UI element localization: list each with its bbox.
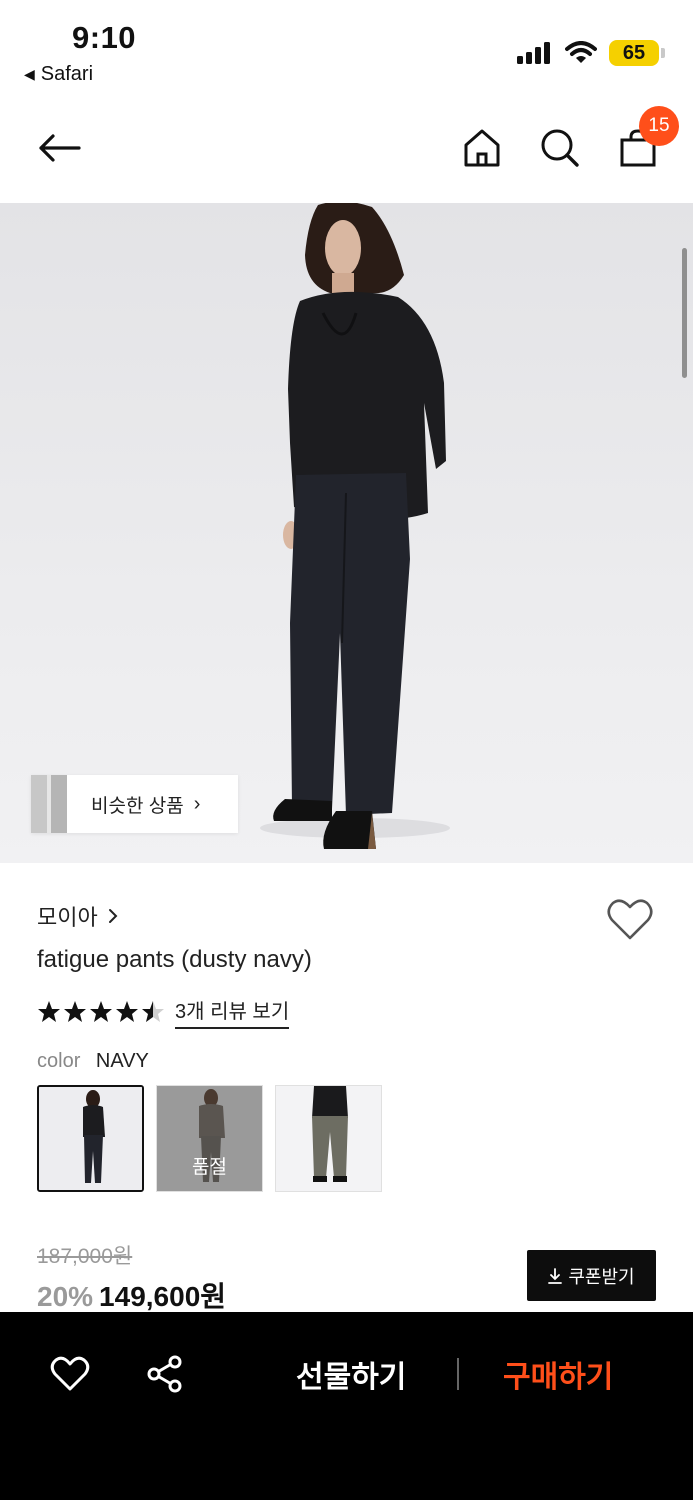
cellular-signal-icon: [517, 42, 550, 64]
wishlist-button[interactable]: [48, 1352, 92, 1396]
swatch-thumbnail: [312, 1086, 348, 1182]
color-swatches: 품절: [37, 1085, 382, 1192]
star-half-icon: [142, 1001, 164, 1022]
chevron-right-icon: [108, 909, 118, 923]
back-app-label: Safari: [40, 63, 94, 85]
cart-button[interactable]: 15: [617, 106, 679, 170]
star-full-icon: [90, 1001, 112, 1022]
status-bar: 9:10 ◀ Safari 65: [0, 0, 693, 100]
color-row: color NAVY: [37, 1050, 149, 1073]
similar-products-button[interactable]: 비슷한 상품 ›: [31, 775, 238, 833]
share-icon: [147, 1355, 182, 1393]
back-button[interactable]: [34, 126, 84, 170]
product-hero-image[interactable]: 비슷한 상품 ›: [0, 203, 693, 863]
model-photo: [260, 203, 450, 849]
bottom-action-bar: 선물하기 구매하기: [0, 1312, 693, 1500]
rating-row: 3개 리뷰 보기: [37, 995, 290, 1029]
review-link[interactable]: 3개 리뷰 보기: [175, 995, 290, 1029]
brand-name: 모이아: [37, 905, 98, 930]
swatch-navy[interactable]: [37, 1085, 144, 1192]
back-arrow-icon: [39, 134, 81, 162]
status-indicators: 65: [517, 40, 665, 66]
star-full-icon: [38, 1001, 60, 1022]
product-name: fatigue pants (dusty navy): [37, 946, 312, 973]
gift-button[interactable]: 선물하기: [296, 1352, 406, 1396]
heart-icon: [50, 1356, 90, 1391]
coupon-label: 쿠폰받기: [568, 1266, 635, 1287]
status-time: 9:10: [72, 20, 137, 55]
final-price: 149,600원: [99, 1281, 227, 1312]
star-full-icon: [64, 1001, 86, 1022]
search-button[interactable]: [539, 126, 581, 170]
heart-icon: [607, 899, 653, 940]
discount-rate: 20%: [37, 1281, 94, 1312]
star-rating: [37, 1000, 165, 1024]
price-row: 20% 149,600원: [37, 1275, 226, 1315]
star-full-icon: [116, 1001, 138, 1022]
back-triangle-icon: ◀: [24, 66, 35, 82]
download-icon: [548, 1267, 563, 1284]
image-scroll-indicator: [682, 248, 687, 378]
original-price: 187,000원: [37, 1245, 133, 1268]
home-icon: [464, 129, 500, 167]
soldout-label: 품절: [192, 1157, 227, 1178]
buy-button[interactable]: 구매하기: [503, 1352, 613, 1396]
color-value: NAVY: [95, 1050, 149, 1072]
coupon-button[interactable]: 쿠폰받기: [527, 1250, 656, 1301]
top-nav-bar: 15: [0, 100, 693, 203]
color-label: color: [37, 1050, 81, 1072]
wishlist-button-top[interactable]: [606, 898, 654, 944]
back-to-safari[interactable]: ◀ Safari: [24, 63, 93, 86]
share-button[interactable]: [143, 1352, 187, 1396]
home-button[interactable]: [461, 126, 503, 170]
brand-link[interactable]: 모이아: [37, 900, 118, 932]
wifi-icon: [565, 41, 597, 63]
bottom-divider: [457, 1358, 459, 1390]
swatch-soldout[interactable]: 품절: [156, 1085, 263, 1192]
similar-products-thumbnail: [31, 775, 67, 833]
swatch-thumbnail: [83, 1090, 105, 1183]
swatch-olive[interactable]: [275, 1085, 382, 1192]
search-icon: [541, 129, 579, 167]
battery-indicator: 65: [609, 40, 665, 66]
similar-products-label: 비슷한 상품: [91, 795, 184, 817]
cart-count-badge: 15: [639, 106, 679, 146]
chevron-right-icon: ›: [193, 792, 201, 815]
